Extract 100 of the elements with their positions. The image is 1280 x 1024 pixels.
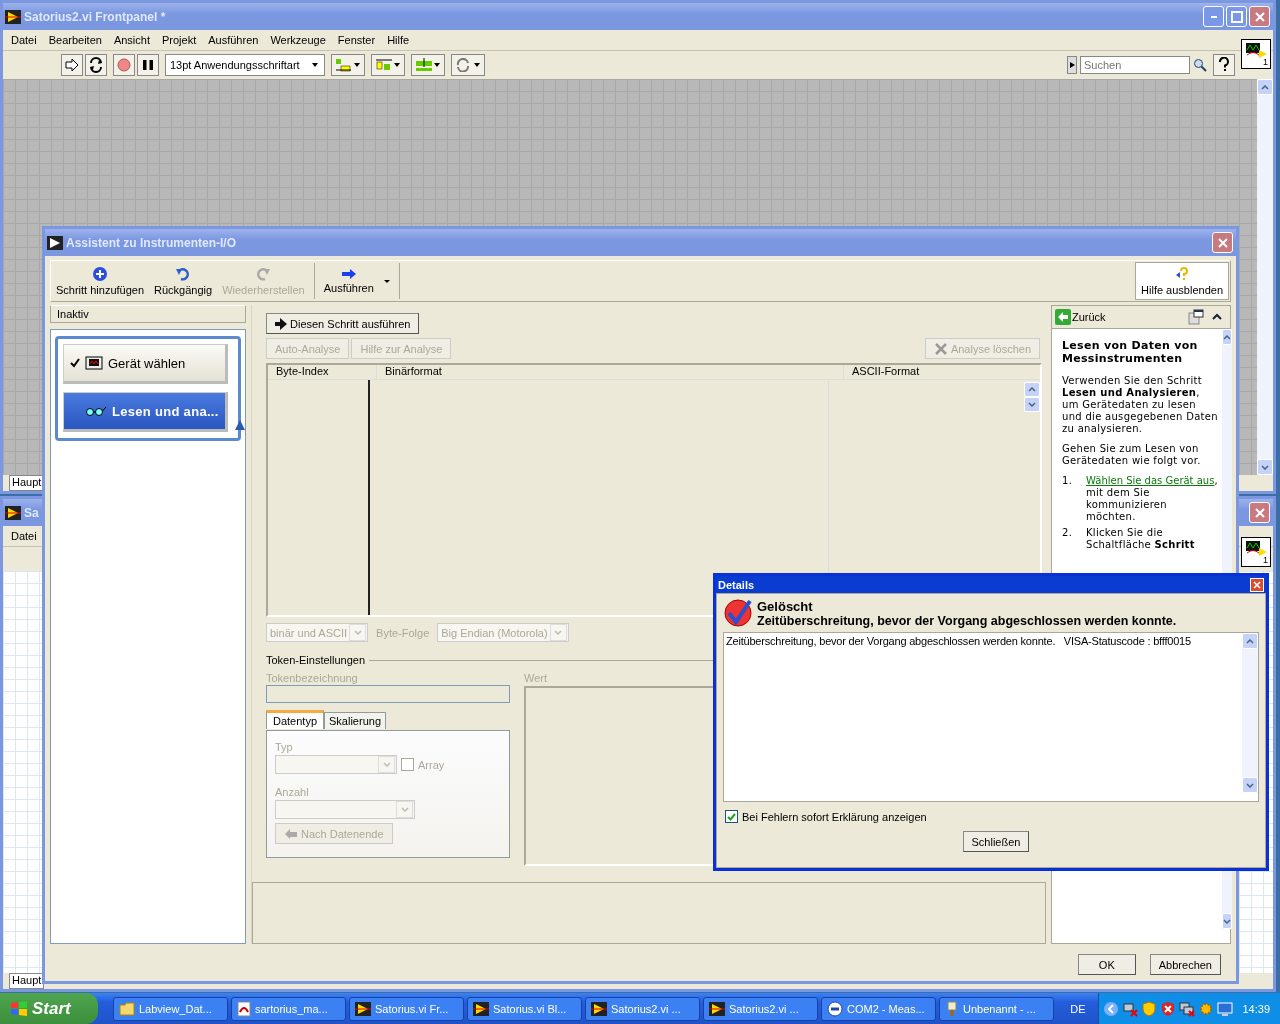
connector-pane-icon[interactable]: 1	[1241, 537, 1271, 567]
menu-item[interactable]: Datei	[11, 530, 37, 542]
taskbar-button[interactable]: Unbenannt - ...	[939, 996, 1054, 1021]
taskbar-button[interactable]: Labview_Dat...	[113, 996, 228, 1021]
network-icon[interactable]	[1179, 1000, 1196, 1017]
scrollbar[interactable]	[1024, 382, 1040, 412]
gear-icon[interactable]	[1198, 1000, 1215, 1017]
window-title: Sa	[24, 505, 39, 520]
scroll-up-icon[interactable]	[1261, 84, 1269, 90]
scrollbar[interactable]	[1257, 79, 1273, 475]
details-text-area[interactable]: Zeitüberschreitung, bevor der Vorgang abgeschlossen werden konnte. VISA-Statuscode : bfff0015	[723, 632, 1259, 802]
resize-objects-icon[interactable]	[411, 54, 445, 76]
count-label: Anzahl	[275, 786, 310, 798]
pause-button[interactable]	[137, 54, 159, 76]
menu-item[interactable]: Ansicht	[113, 34, 150, 46]
toolbar-button[interactable]: Ausführen	[318, 261, 379, 301]
shield-icon[interactable]	[1160, 1000, 1177, 1017]
scroll-down-icon[interactable]	[1246, 782, 1254, 788]
cancel-button[interactable]: Abbrechen	[1149, 954, 1221, 975]
font-dropdown[interactable]: 13pt Anwendungsschriftart	[165, 54, 325, 76]
column-header[interactable]: ASCII-Format	[843, 365, 1040, 379]
undo-icon	[175, 266, 192, 282]
hide-help-button[interactable]: Hilfe ausblenden	[1135, 262, 1229, 300]
start-button[interactable]: Start	[0, 993, 98, 1024]
close-dialog-button[interactable]: Schließen	[962, 831, 1030, 852]
scroll-down-icon[interactable]	[1261, 464, 1269, 470]
help-heading: Lesen von Daten von Messinstrumenten	[1062, 339, 1199, 365]
scrollbar[interactable]	[1242, 633, 1258, 793]
tab[interactable]: Skalierung	[324, 712, 386, 729]
caret-icon	[310, 62, 320, 68]
scroll-down-icon[interactable]	[1028, 402, 1036, 407]
taskbar-button[interactable]: Satorius2.vi ...	[585, 996, 700, 1021]
close-button[interactable]	[1250, 577, 1264, 592]
expand-icon[interactable]	[1103, 1000, 1120, 1017]
run-continuously-button[interactable]	[85, 54, 107, 76]
taskbar-button[interactable]: COM2 - Meas...	[821, 996, 936, 1021]
connector-pane-icon[interactable]: 1	[1241, 39, 1271, 69]
maximize-icon	[1230, 10, 1243, 23]
align-objects-icon[interactable]	[331, 54, 365, 76]
taskbar-button[interactable]: Satorius.vi Bl...	[467, 996, 582, 1021]
scroll-up-icon[interactable]	[1222, 334, 1231, 340]
help-step-text: Klicken Sie die Schaltfläche Schritt	[1086, 527, 1196, 551]
step-button[interactable]: Lesen und ana...	[63, 392, 228, 432]
toolbar-button[interactable]: Rückgängig	[149, 261, 218, 301]
pause-icon	[140, 57, 156, 73]
language-indicator[interactable]: DE	[1060, 1002, 1096, 1015]
network-icon[interactable]	[1122, 1000, 1139, 1017]
status-label: Haupt	[9, 475, 45, 491]
window-title: Details	[718, 578, 755, 591]
column-header[interactable]: Binärformat	[376, 365, 843, 379]
run-button[interactable]	[61, 54, 83, 76]
abort-button[interactable]	[113, 54, 135, 76]
group-title: Token-Einstellungen	[266, 654, 366, 666]
run-step-button[interactable]: Diesen Schritt ausführen	[266, 313, 420, 334]
error-title: Gelöscht	[757, 598, 814, 614]
stop-icon	[116, 57, 132, 73]
type-label: Typ	[275, 741, 294, 753]
step-button[interactable]: Gerät wählen	[63, 344, 228, 384]
help-paragraph: Verwenden Sie den Schritt Lesen und Analysieren, um Gerätedaten zu lesen und die ausgegebenen Daten zu analysieren.	[1062, 375, 1218, 435]
taskbar-button[interactable]: Satorius.vi Fr...	[349, 996, 464, 1021]
monitor-icon[interactable]	[1217, 1000, 1234, 1017]
menu-item[interactable]: Ausführen	[208, 34, 259, 46]
vi-icon	[355, 1001, 371, 1016]
scroll-down-icon[interactable]	[1222, 918, 1231, 924]
menu-item[interactable]: Datei	[11, 34, 37, 46]
toolbar-button[interactable]: Schritt hinzufügen	[51, 261, 150, 301]
help-paragraph: Gehen Sie zum Lesen von Gerätedaten wie folgt vor.	[1062, 443, 1202, 467]
shield-icon[interactable]	[1141, 1000, 1158, 1017]
taskbar-button[interactable]: Satorius2.vi ...	[703, 996, 818, 1021]
menu-item[interactable]: Fenster	[337, 34, 376, 46]
error-message: Zeitüberschreitung, bevor der Vorgang abgeschlossen werden konnte.	[757, 613, 1177, 628]
explanation-checkbox[interactable]: Bei Fehlern sofort Erklärung anzeigen	[723, 810, 1259, 823]
tab[interactable]: Datentyp	[266, 710, 325, 729]
menu-arrow-icon[interactable]	[1069, 62, 1075, 68]
arrow-right-icon	[64, 57, 80, 73]
menu-item[interactable]: Hilfe	[387, 34, 410, 46]
column-header[interactable]: Byte-Index	[268, 365, 376, 379]
collapse-icon[interactable]	[1212, 313, 1222, 321]
scroll-up-icon[interactable]	[1246, 638, 1254, 644]
arrow-right-icon	[275, 317, 287, 330]
scroll-up-icon[interactable]	[1028, 387, 1036, 392]
search-field[interactable]: Suchen	[1080, 56, 1190, 74]
menu-item[interactable]: Projekt	[162, 34, 197, 46]
caret-icon	[400, 807, 409, 812]
help-step-text: Wählen Sie das Gerät aus, mit dem Sie kommunizieren möchten.	[1086, 475, 1218, 523]
help-button[interactable]	[1213, 54, 1235, 76]
menu-item[interactable]: Werkzeuge	[270, 34, 326, 46]
menu-item[interactable]: Bearbeiten	[48, 34, 102, 46]
reorder-icon[interactable]	[451, 54, 485, 76]
taskbar-button[interactable]: sartorius_ma...	[231, 996, 346, 1021]
distribute-objects-icon[interactable]	[371, 54, 405, 76]
window-layout-icon[interactable]	[1188, 309, 1204, 325]
vi-icon	[47, 235, 63, 250]
close-icon	[1253, 580, 1261, 589]
vi-icon	[5, 505, 21, 520]
ok-button[interactable]: OK	[1077, 954, 1136, 975]
dropdown-arrow-icon[interactable]	[382, 278, 391, 284]
back-arrow-icon	[1055, 309, 1071, 325]
close-icon	[1216, 236, 1229, 249]
back-button[interactable]: Zurück	[1055, 309, 1106, 325]
